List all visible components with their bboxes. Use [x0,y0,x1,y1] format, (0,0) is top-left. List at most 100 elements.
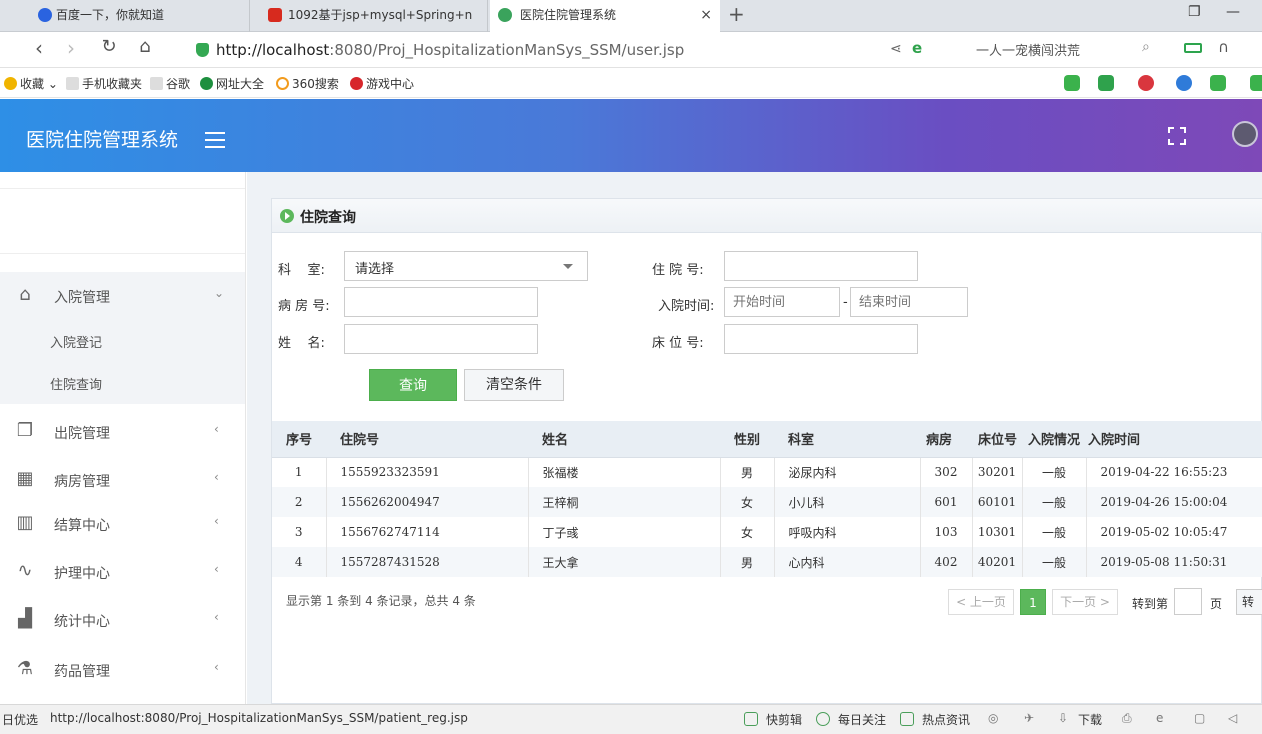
sidebar-item-admission[interactable]: ⌂ 入院管理 ⌄ [0,272,245,320]
sidebar-subitem-hospital-query[interactable]: 住院查询 [0,362,245,404]
end-time-input[interactable] [850,287,968,317]
project-favicon-icon [268,8,282,22]
sidebar-item-ward[interactable]: ▦ 病房管理 ‹ [0,456,245,504]
ie-icon[interactable]: e [1156,711,1163,725]
extension-scissors-icon[interactable] [1138,75,1154,91]
room-no-input[interactable] [344,287,538,317]
pin-icon[interactable]: ✈ [1024,711,1034,725]
bookmark-games[interactable]: 游戏中心 [350,75,414,92]
next-page-button[interactable]: 下一页 > [1052,589,1118,615]
goto-label: 转到第 [1132,597,1169,611]
extension-search-icon[interactable] [1176,75,1192,91]
network-icon[interactable]: ◎ [988,711,998,725]
menu-toggle-icon[interactable] [205,132,225,148]
tab-label: 医院住院管理系统 [520,8,617,22]
map-icon: ▥ [16,512,34,533]
extension-chat-icon[interactable] [1064,75,1080,91]
table-row[interactable]: 2 1556262004947 王梓桐 女 小儿科 601 60101 一般 2… [272,487,1262,517]
sidebar-item-medicine[interactable]: ⚗ 药品管理 ‹ [0,646,245,694]
bed-no-label: 床 位 号: [652,336,704,351]
tab-close-icon[interactable]: × [700,0,712,30]
bookmark-google[interactable]: 谷歌 [150,75,190,92]
sidebar-subitem-admission-register[interactable]: 入院登记 [0,320,245,362]
sidebar-item-settlement[interactable]: ▥ 结算中心 ‹ [0,500,245,548]
browser-tab-baidu[interactable]: 百度一下，你就知道 [18,0,250,32]
status-item-news[interactable]: 热点资讯 [922,711,970,728]
col-header-status[interactable]: 入院情况 [1022,421,1086,458]
daily-focus-icon[interactable] [816,712,830,726]
col-header-dept[interactable]: 科室 [774,421,920,458]
goto-page-button[interactable]: 转 [1236,589,1262,615]
col-header-bed[interactable]: 床位号 [972,421,1022,458]
sidebar-item-label: 统计中心 [54,614,110,630]
bookmark-360search[interactable]: 360搜索 [276,75,339,92]
browser-engine-icon[interactable]: e [912,39,922,57]
prev-page-button[interactable]: < 上一页 [948,589,1014,615]
table-row[interactable]: 1 1555923323591 张福楼 男 泌尿内科 302 30201 一般 … [272,457,1262,487]
col-header-name[interactable]: 姓名 [528,421,720,458]
col-header-index[interactable]: 序号 [272,421,326,458]
browser-tab-hospital[interactable]: 医院住院管理系统 × [490,0,720,32]
sidebar-user-box [0,188,245,254]
refresh-icon[interactable]: ↻ [96,36,122,57]
download-icon[interactable]: ⇩ [1058,711,1068,725]
query-button[interactable]: 查询 [369,369,457,401]
name-input[interactable] [344,324,538,354]
new-tab-icon[interactable]: + [728,2,745,26]
hosp-no-input[interactable] [724,251,918,281]
sidebar-item-discharge[interactable]: ❐ 出院管理 ‹ [0,408,245,456]
extension-game-icon[interactable] [1210,75,1226,91]
volume-icon[interactable]: ◁ [1228,711,1237,725]
url-field[interactable]: http://localhost:8080/Proj_Hospitalizati… [188,36,958,64]
col-header-admit-time[interactable]: 入院时间 [1086,421,1262,458]
back-icon[interactable]: ‹ [26,36,52,60]
status-url: http://localhost:8080/Proj_Hospitalizati… [50,711,468,725]
status-item-download[interactable]: 下载 [1078,711,1102,728]
video-clip-icon[interactable] [744,712,758,726]
bed-no-input[interactable] [724,324,918,354]
home-nav-icon[interactable]: ⌂ [132,36,158,57]
print-icon[interactable]: ⎙ [1122,711,1132,726]
building-icon: ▦ [16,468,34,489]
sidebar-item-nursing[interactable]: ∿ 护理中心 ‹ [0,548,245,596]
status-item-clip[interactable]: 快剪辑 [766,711,802,728]
col-header-room[interactable]: 病房 [920,421,972,458]
fullscreen-icon[interactable] [1168,127,1186,145]
caret-down-icon [563,264,573,269]
chevron-down-icon: ⌄ [214,286,225,300]
window-minimize-icon[interactable]: — [1226,4,1240,20]
search-icon[interactable]: ⌕ [1142,39,1150,55]
bar-chart-icon: ▟ [18,608,32,629]
table-row[interactable]: 3 1556762747114 丁子彧 女 呼吸内科 103 10301 一般 … [272,517,1262,547]
headphones-icon[interactable]: ∩ [1218,38,1229,56]
tab-label: 1092基于jsp+mysql+Spring+n [288,8,473,22]
sidebar-item-statistics[interactable]: ▟ 统计中心 ‹ [0,596,245,644]
dept-label: 科 室: [278,263,325,278]
clear-conditions-button[interactable]: 清空条件 [464,369,564,401]
share-icon[interactable]: ⋖ [890,41,902,57]
status-item-daily[interactable]: 每日关注 [838,711,886,728]
col-header-gender[interactable]: 性别 [720,421,774,458]
secure-shield-icon [196,43,209,57]
status-left-text[interactable]: 日优选 [2,711,38,728]
bookmark-sites[interactable]: 网址大全 [200,75,264,92]
avatar[interactable] [1232,121,1258,147]
dept-select[interactable]: 请选择 [344,251,588,281]
extension-more-icon[interactable] [1250,75,1262,91]
browser-tab-project[interactable]: 1092基于jsp+mysql+Spring+n [252,0,488,32]
col-header-hosp-no[interactable]: 住院号 [326,421,528,458]
extension-translate-icon[interactable] [1098,75,1114,91]
globe-icon [200,77,213,90]
bookmark-mobile[interactable]: 手机收藏夹 [66,75,142,92]
forward-icon[interactable]: › [58,36,84,60]
start-time-input[interactable] [724,287,840,317]
page-1-button[interactable]: 1 [1020,589,1046,615]
window-restore-icon[interactable]: ❐ [1188,4,1201,20]
window-icon[interactable]: ▢ [1194,711,1205,725]
goto-page-input[interactable] [1174,588,1202,615]
table-row[interactable]: 4 1557287431528 王大拿 男 心内科 402 40201 一般 2… [272,547,1262,577]
hot-news-icon[interactable] [900,712,914,726]
chevron-left-icon: ‹ [214,514,219,528]
bookmark-favorites[interactable]: 收藏 ⌄ [4,75,58,92]
search-hint[interactable]: 一人一宠横闯洪荒 [976,40,1080,59]
